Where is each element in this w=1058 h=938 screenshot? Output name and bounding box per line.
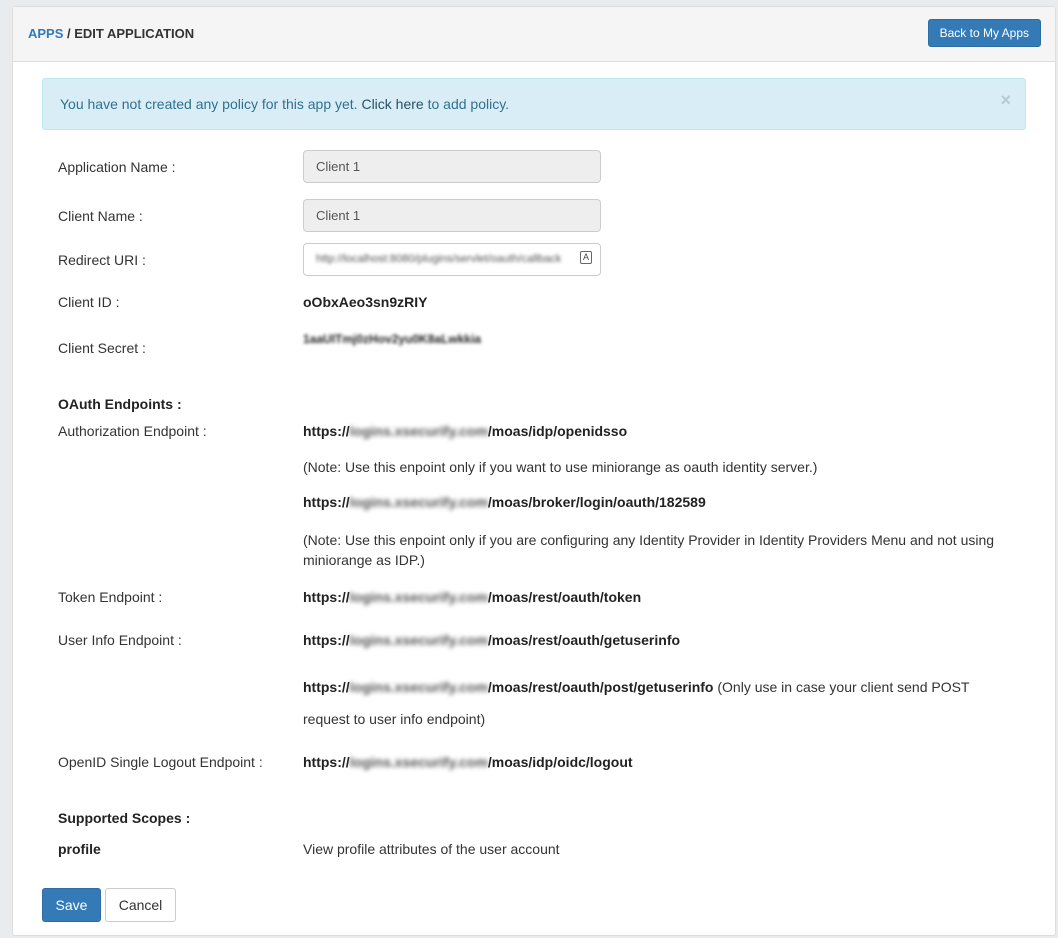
breadcrumb-apps-link[interactable]: APPS — [28, 26, 63, 41]
broker-note-line-1: (Note: Use this enpoint only if you are … — [303, 532, 995, 548]
cancel-button[interactable]: Cancel — [105, 888, 176, 922]
client-name-field[interactable] — [303, 199, 601, 232]
token-url-path: /moas/rest/oauth/token — [487, 589, 642, 605]
oauth-endpoints-heading: OAuth Endpoints : — [58, 396, 182, 412]
broker-endpoint-note: (Note: Use this enpoint only if you are … — [303, 530, 1023, 570]
token-url-prefix: https:// — [303, 589, 350, 605]
userinfo-post-host: logins.xsecurify.com — [349, 679, 488, 695]
logout-endpoint-label: OpenID Single Logout Endpoint : — [58, 754, 263, 770]
user-info-endpoint-label: User Info Endpoint : — [58, 632, 182, 648]
logout-url-prefix: https:// — [303, 754, 350, 770]
breadcrumb: APPS / EDIT APPLICATION — [28, 26, 194, 41]
auth-url-host: logins.xsecurify.com — [349, 423, 488, 439]
token-endpoint-url: https://logins.xsecurify.com/moas/rest/o… — [303, 589, 641, 605]
userinfo-post-note-2: request to user info endpoint) — [303, 711, 486, 727]
breadcrumb-separator: / — [63, 26, 75, 41]
broker-url-path: /moas/broker/login/oauth/182589 — [487, 494, 706, 510]
auth-url-prefix: https:// — [303, 423, 350, 439]
alert-text-before: You have not created any policy for this… — [60, 96, 362, 112]
breadcrumb-current: EDIT APPLICATION — [74, 26, 195, 41]
save-button[interactable]: Save — [42, 888, 101, 922]
redirect-uri-value: http://localhost:8080/plugins/servlet/oa… — [316, 253, 562, 265]
application-name-label: Application Name : — [58, 159, 176, 175]
userinfo-url-prefix: https:// — [303, 632, 350, 648]
redirect-uri-label: Redirect URI : — [58, 252, 146, 268]
client-secret-label: Client Secret : — [58, 340, 146, 356]
scope-name: profile — [58, 841, 101, 857]
edit-application-panel: APPS / EDIT APPLICATION Back to My Apps … — [12, 6, 1056, 936]
user-info-post-endpoint: https://logins.xsecurify.com/moas/rest/o… — [303, 677, 1023, 697]
supported-scopes-heading: Supported Scopes : — [58, 810, 191, 826]
broker-url-prefix: https:// — [303, 494, 350, 510]
authorization-endpoint-url: https://logins.xsecurify.com/moas/idp/op… — [303, 423, 627, 439]
panel-header: APPS / EDIT APPLICATION Back to My Apps — [13, 7, 1055, 62]
userinfo-post-path: /moas/rest/oauth/post/getuserinfo — [487, 679, 714, 695]
auth-url-path: /moas/idp/openidsso — [487, 423, 628, 439]
broker-endpoint-url: https://logins.xsecurify.com/moas/broker… — [303, 494, 706, 510]
back-to-my-apps-button[interactable]: Back to My Apps — [927, 19, 1041, 47]
autofill-icon[interactable]: A — [580, 251, 592, 264]
userinfo-post-prefix: https:// — [303, 679, 350, 695]
logout-url-path: /moas/idp/oidc/logout — [487, 754, 633, 770]
close-icon[interactable]: × — [1000, 90, 1011, 111]
token-url-host: logins.xsecurify.com — [349, 589, 488, 605]
token-endpoint-label: Token Endpoint : — [58, 589, 163, 605]
policy-alert: You have not created any policy for this… — [42, 78, 1026, 130]
client-name-label: Client Name : — [58, 208, 143, 224]
client-id-value: oObxAeo3sn9zRIY — [303, 294, 428, 310]
broker-url-host: logins.xsecurify.com — [349, 494, 488, 510]
authorization-endpoint-label: Authorization Endpoint : — [58, 423, 207, 439]
broker-note-line-2: miniorange as IDP.) — [303, 552, 425, 568]
client-secret-value: 1aaUITmj0zHov2yu0K8aLwkkia — [303, 332, 482, 346]
add-policy-link[interactable]: Click here — [361, 96, 423, 112]
alert-text-after: to add policy. — [423, 96, 510, 112]
authorization-endpoint-note: (Note: Use this enpoint only if you want… — [303, 459, 818, 475]
client-id-label: Client ID : — [58, 294, 120, 310]
userinfo-url-path: /moas/rest/oauth/getuserinfo — [487, 632, 681, 648]
logout-url-host: logins.xsecurify.com — [349, 754, 488, 770]
alert-message: You have not created any policy for this… — [60, 96, 509, 112]
user-info-endpoint-url: https://logins.xsecurify.com/moas/rest/o… — [303, 632, 680, 648]
userinfo-post-note-1: (Only use in case your client send POST — [713, 679, 970, 695]
scope-description: View profile attributes of the user acco… — [303, 841, 560, 857]
application-name-field[interactable] — [303, 150, 601, 183]
redirect-uri-field[interactable]: http://localhost:8080/plugins/servlet/oa… — [303, 243, 601, 276]
userinfo-url-host: logins.xsecurify.com — [349, 632, 488, 648]
logout-endpoint-url: https://logins.xsecurify.com/moas/idp/oi… — [303, 754, 633, 770]
